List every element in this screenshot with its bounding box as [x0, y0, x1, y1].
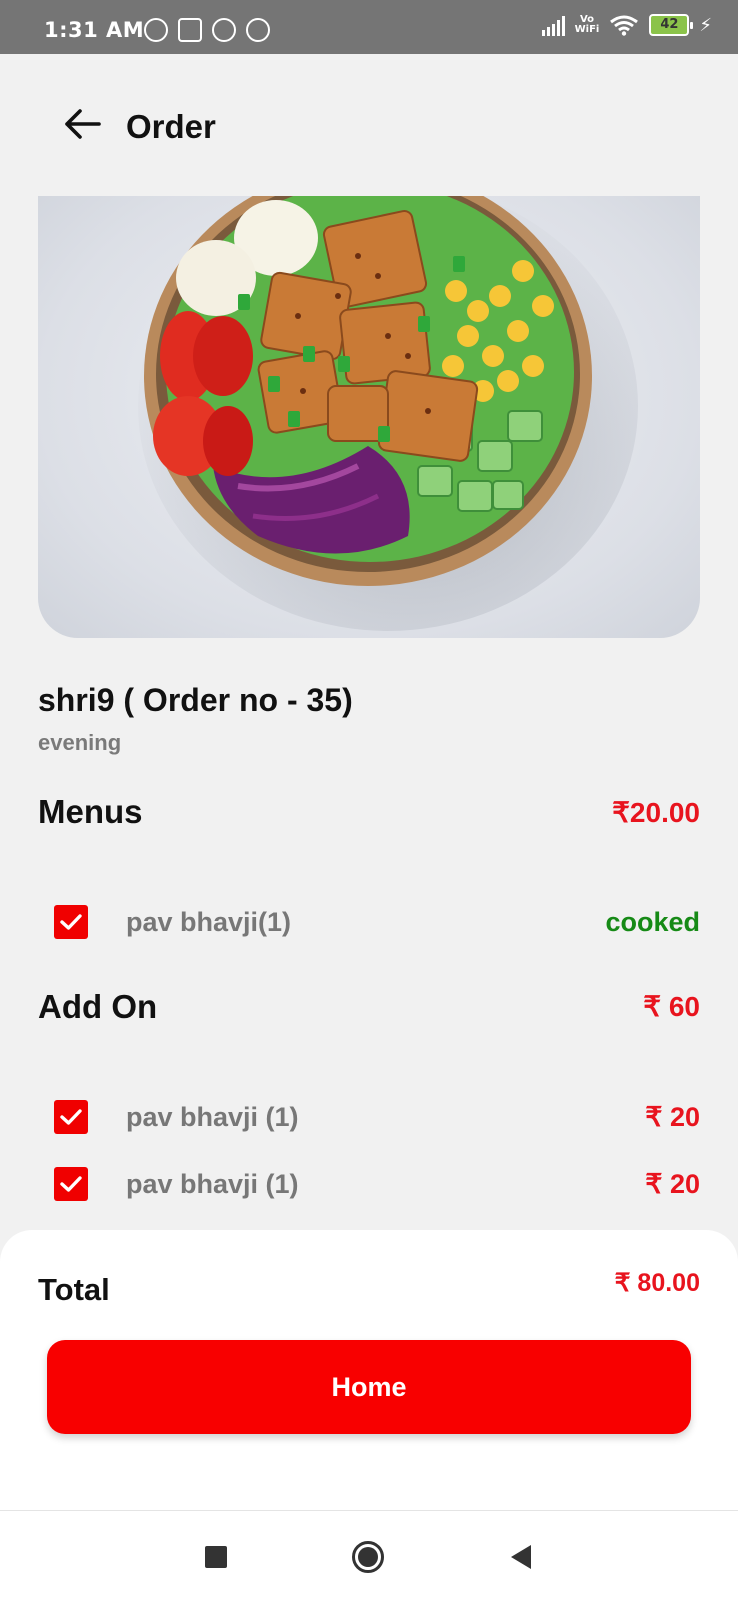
app-bar: Order	[0, 54, 738, 194]
order-subtitle: evening	[38, 730, 122, 755]
addon-item-row: pav bhavji (1) ₹ 20	[54, 1100, 700, 1140]
addon-item-label: pav bhavji (1)	[126, 1169, 299, 1199]
charging-bolt-icon: ⚡	[699, 14, 712, 36]
menu-item-label: pav bhavji(1)	[126, 907, 292, 937]
status-bar: 1:31 AM Vo WiFi 42 ⚡	[0, 0, 738, 54]
notification-icons	[144, 18, 270, 42]
signal-icon	[541, 14, 565, 36]
back-nav-button[interactable]	[505, 1541, 537, 1573]
order-title: shri9 ( Order no - 35)	[38, 682, 353, 718]
home-circle-icon	[352, 1541, 384, 1573]
arrow-left-icon	[65, 109, 101, 139]
addon-item-label: pav bhavji (1)	[126, 1102, 299, 1132]
status-right: Vo WiFi 42 ⚡	[541, 14, 712, 36]
menu-item-row: pav bhavji(1) cooked	[54, 905, 700, 945]
addon-price: ₹ 60	[643, 991, 700, 1022]
wifi-icon	[610, 15, 639, 36]
menu-item-checkbox[interactable]	[54, 905, 88, 939]
recents-square-icon	[205, 1546, 227, 1568]
app-notification-icon	[212, 18, 236, 42]
total-label: Total	[38, 1272, 110, 1307]
alarm-icon	[144, 18, 168, 42]
back-triangle-icon	[511, 1545, 531, 1569]
check-icon	[60, 1176, 82, 1192]
addon-item-price: ₹ 20	[645, 1169, 700, 1199]
system-nav-bar	[0, 1510, 738, 1600]
recents-button[interactable]	[200, 1541, 232, 1573]
addon-item-price: ₹ 20	[645, 1102, 700, 1132]
total-value: ₹ 80.00	[614, 1269, 700, 1297]
addon-item-checkbox[interactable]	[54, 1100, 88, 1134]
addon-item-row: pav bhavji (1) ₹ 20	[54, 1167, 700, 1207]
vowifi-bottom-text: WiFi	[574, 24, 600, 35]
back-button[interactable]	[58, 100, 106, 148]
check-icon	[60, 1109, 82, 1125]
usb-icon	[178, 18, 202, 42]
home-nav-button[interactable]	[350, 1539, 386, 1575]
check-icon	[60, 914, 82, 930]
addon-heading: Add On	[38, 988, 158, 1025]
battery-icon: 42	[649, 14, 694, 36]
addon-item-checkbox[interactable]	[54, 1167, 88, 1201]
vowifi-indicator: Vo WiFi	[575, 15, 600, 35]
menu-item-status: cooked	[605, 907, 700, 937]
app-notification-icon	[246, 18, 270, 42]
menus-heading: Menus	[38, 793, 143, 830]
order-image	[38, 196, 700, 638]
menus-price: ₹20.00	[612, 797, 700, 828]
order-summary-sheet: Total ₹ 80.00 Home	[0, 1230, 738, 1510]
page-title: Order	[126, 108, 216, 145]
food-bowl-illustration	[138, 196, 638, 631]
status-time: 1:31 AM	[44, 18, 145, 42]
home-button[interactable]: Home	[47, 1340, 691, 1434]
